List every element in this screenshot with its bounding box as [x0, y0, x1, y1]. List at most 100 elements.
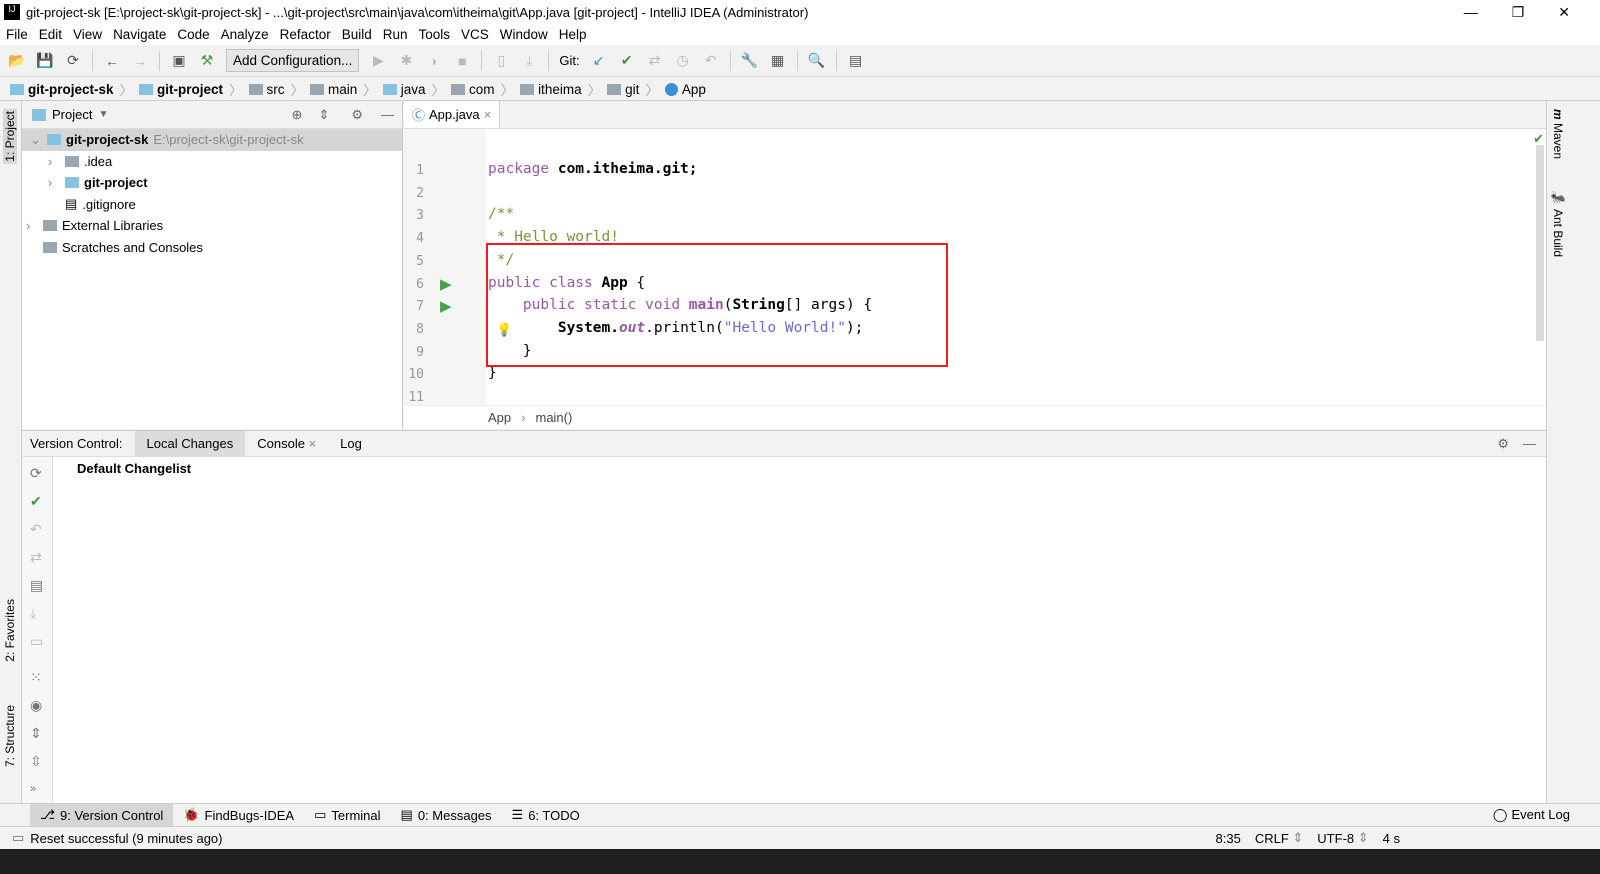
forward-icon[interactable]: → — [131, 52, 149, 70]
preview-eye-icon[interactable]: ◉ — [30, 697, 42, 714]
chevron-icon[interactable]: › — [48, 175, 60, 190]
menu-file[interactable]: File — [6, 27, 28, 42]
run-gutter-icon[interactable]: ▶ — [440, 297, 452, 315]
breadcrumb-item[interactable]: src — [248, 82, 285, 97]
save-icon[interactable]: 💾 — [36, 52, 54, 70]
breadcrumb-item[interactable]: java — [382, 82, 426, 97]
tool-window-9-version-control[interactable]: ⎇ 9: Version Control — [30, 803, 174, 827]
settings-wrench-icon[interactable]: 🔧 — [741, 52, 759, 70]
tab-log[interactable]: Log — [328, 431, 374, 457]
deploy-icon[interactable]: ⤓ — [520, 52, 538, 70]
breadcrumb-item[interactable]: git-project — [139, 82, 223, 97]
shelf-icon[interactable]: ▭ — [30, 633, 43, 650]
project-tool-button[interactable]: 1: Project — [3, 109, 17, 164]
tree-item[interactable]: ▤ .gitignore — [22, 194, 402, 216]
tree-item[interactable]: › External Libraries — [22, 215, 402, 237]
add-configuration-button[interactable]: Add Configuration... — [226, 49, 360, 72]
maximize-button[interactable]: ❐ — [1512, 0, 1525, 24]
encoding[interactable]: UTF-8 — [1317, 831, 1354, 846]
structure-tool-button[interactable]: 7: Structure — [3, 705, 17, 767]
run-icon[interactable]: ▶ — [369, 52, 387, 70]
search-icon[interactable]: 🔍 — [808, 52, 826, 70]
stop-icon[interactable]: ■ — [453, 52, 471, 70]
presentation-icon[interactable]: ▤ — [847, 52, 865, 70]
breadcrumb-item[interactable]: git — [607, 82, 639, 97]
ant-build-tool-button[interactable]: 🐜 Ant Build — [1551, 191, 1565, 257]
editor-scrollbar[interactable] — [1536, 145, 1544, 341]
refresh-icon[interactable]: ⟳ — [30, 465, 42, 482]
rollback-icon[interactable]: ↶ — [30, 521, 42, 538]
default-changelist[interactable]: Default Changelist — [77, 461, 191, 476]
menu-navigate[interactable]: Navigate — [113, 27, 166, 42]
chevron-icon[interactable]: › — [26, 218, 38, 233]
chevron-icon[interactable]: ⌄ — [30, 132, 42, 148]
tree-item[interactable]: › .idea — [22, 151, 402, 173]
hide-icon[interactable]: — — [381, 107, 394, 122]
commit-icon[interactable]: ✔ — [30, 493, 42, 510]
git-commit-icon[interactable]: ✔ — [618, 52, 636, 70]
menu-edit[interactable]: Edit — [39, 27, 62, 42]
diff-icon[interactable]: ⇄ — [30, 549, 42, 566]
shelve-icon[interactable]: ⤓ — [30, 605, 36, 622]
close-button[interactable]: ✕ — [1558, 0, 1570, 24]
chevron-icon[interactable]: › — [48, 154, 60, 169]
menu-help[interactable]: Help — [559, 27, 587, 42]
debug-icon[interactable]: ✱ — [397, 52, 415, 70]
attach-icon[interactable]: ▯ — [492, 52, 510, 70]
menu-code[interactable]: Code — [177, 27, 209, 42]
tree-item[interactable]: Scratches and Consoles — [22, 237, 402, 259]
git-history-icon[interactable]: ◷ — [674, 52, 692, 70]
back-icon[interactable]: ← — [103, 52, 121, 70]
coverage-icon[interactable]: ◗ — [425, 52, 443, 70]
breadcrumb-item[interactable]: git-project-sk — [10, 82, 114, 97]
menu-tools[interactable]: Tools — [419, 27, 451, 42]
project-view-selector[interactable]: Project — [52, 107, 92, 122]
tool-window-findbugs-idea[interactable]: 🐞 FindBugs-IDEA — [173, 804, 304, 827]
close-tab-icon[interactable]: × — [484, 107, 492, 122]
tree-item[interactable]: ⌄ git-project-sk E:\project-sk\git-project… — [22, 129, 402, 151]
tool-window-terminal[interactable]: ▭ Terminal — [304, 804, 390, 827]
caret-position[interactable]: 8:35 — [1216, 831, 1241, 846]
chevron-down-icon[interactable]: ▼ — [98, 109, 108, 120]
gear-icon[interactable]: ⚙ — [351, 107, 363, 123]
git-rollback-icon[interactable]: ↶ — [702, 52, 720, 70]
breadcrumb-item[interactable]: main — [310, 82, 357, 97]
tree-item[interactable]: › git-project — [22, 172, 402, 194]
menu-vcs[interactable]: VCS — [461, 27, 489, 42]
menu-refactor[interactable]: Refactor — [280, 27, 331, 42]
project-structure-icon[interactable]: ▦ — [769, 52, 787, 70]
tool-window-0-messages[interactable]: ▤ 0: Messages — [391, 804, 502, 827]
crumb-app[interactable]: App — [488, 410, 511, 425]
menu-analyze[interactable]: Analyze — [221, 27, 269, 42]
tool-window-6-todo[interactable]: ☰ 6: TODO — [502, 804, 590, 827]
menu-run[interactable]: Run — [383, 27, 408, 42]
hide-icon[interactable]: — — [1523, 436, 1536, 451]
menu-window[interactable]: Window — [500, 27, 548, 42]
menu-build[interactable]: Build — [342, 27, 372, 42]
more-icon[interactable]: » — [30, 783, 36, 795]
locate-icon[interactable]: ⊕ — [292, 107, 303, 123]
favorites-tool-button[interactable]: 2: Favorites — [3, 599, 17, 662]
tab-app-java[interactable]: Ⓒ App.java × — [404, 101, 501, 128]
git-update-icon[interactable]: ↙ — [590, 52, 608, 70]
sync-icon[interactable]: ⟳ — [64, 52, 82, 70]
tab-console[interactable]: Console × — [245, 431, 328, 457]
breadcrumb-item[interactable]: itheima — [520, 82, 582, 97]
menu-view[interactable]: View — [73, 27, 102, 42]
collapse-icon[interactable]: ⇕ — [318, 107, 329, 123]
gear-icon[interactable]: ⚙ — [1497, 436, 1509, 452]
breadcrumb-item[interactable]: App — [664, 82, 706, 97]
changelist-icon[interactable]: ▤ — [30, 577, 43, 594]
git-compare-icon[interactable]: ⇄ — [646, 52, 664, 70]
line-separator[interactable]: CRLF — [1255, 831, 1289, 846]
expand-all-icon[interactable]: ⇕ — [30, 725, 42, 742]
build-hammer-icon[interactable]: ⚒ — [198, 52, 216, 70]
event-log-button[interactable]: ◯ Event Log — [1493, 807, 1570, 823]
run-gutter-icon[interactable]: ▶ — [440, 275, 452, 293]
maven-tool-button[interactable]: m Maven — [1551, 109, 1565, 159]
breadcrumb-item[interactable]: com — [451, 82, 495, 97]
collapse-all-icon[interactable]: ⇳ — [30, 753, 42, 770]
crumb-main[interactable]: main() — [535, 410, 572, 425]
group-icon[interactable]: ⁙ — [30, 669, 42, 686]
indent[interactable]: 4 s — [1383, 831, 1400, 846]
